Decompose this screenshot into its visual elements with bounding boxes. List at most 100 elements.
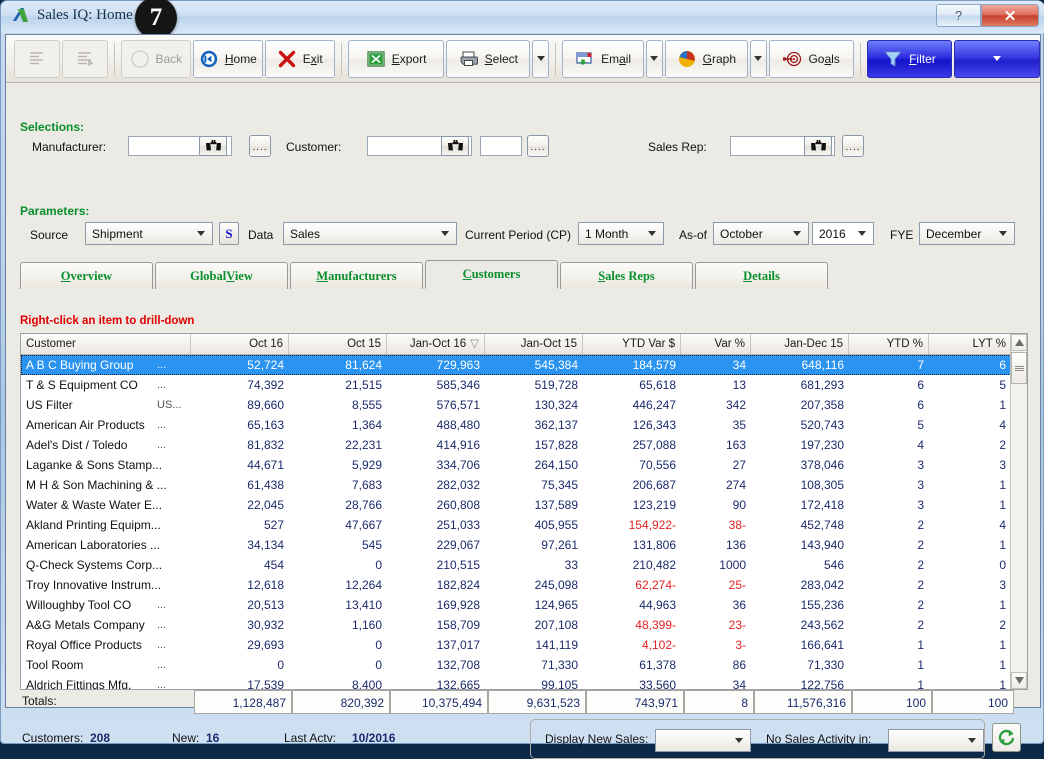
graph-button[interactable]: Graph: [664, 39, 748, 78]
home-button[interactable]: Home: [192, 39, 263, 78]
table-row[interactable]: Akland Printing Equipm... 527 47,667 251,03…: [21, 515, 1011, 535]
application-window: Sales IQ: Home 7 ? ✕ Back Home Exit Expo…: [0, 0, 1044, 759]
align-right-button[interactable]: [61, 39, 108, 78]
total-oct-15: 820,392: [292, 690, 390, 714]
cell-ytd-var-: 62,274-: [635, 578, 676, 592]
select-button-label: Select: [484, 51, 519, 66]
table-row[interactable]: Willoughby Tool CO... 20,513 13,410 169,928…: [21, 595, 1011, 615]
column-header-ytd-[interactable]: YTD %: [849, 334, 929, 354]
table-row[interactable]: A&G Metals Company... 30,932 1,160 158,709 2…: [21, 615, 1011, 635]
column-header-oct-16[interactable]: Oct 16: [191, 334, 289, 354]
cell-ytd-: 2: [917, 518, 924, 532]
no-sales-activity-select[interactable]: [888, 729, 984, 752]
tab-customers[interactable]: Customers: [425, 260, 558, 289]
table-row[interactable]: Royal Office Products... 29,693 0 137,017 14…: [21, 635, 1011, 655]
refresh-button[interactable]: [992, 723, 1021, 752]
customer-lookup-button[interactable]: [441, 136, 469, 156]
cell-truncation-indicator: ...: [157, 599, 167, 611]
filter-dropdown-button[interactable]: [954, 39, 1041, 78]
salesrep-lookup-button[interactable]: [804, 136, 832, 156]
table-row[interactable]: US Filter US... 89,660 8,555 576,571 130,324 4…: [21, 395, 1011, 415]
column-header-ytd-var-[interactable]: YTD Var $: [583, 334, 681, 354]
table-row[interactable]: Adel's Dist / Toledo... 81,832 22,231 414,9…: [21, 435, 1011, 455]
tab-sales-reps[interactable]: Sales Reps: [560, 262, 693, 289]
select-button[interactable]: Select: [446, 39, 531, 78]
table-row[interactable]: M H & Son Machining & ... 61,438 7,683 282,…: [21, 475, 1011, 495]
email-dropdown-button[interactable]: [646, 39, 663, 78]
column-header-jan-dec-15[interactable]: Jan-Dec 15: [751, 334, 849, 354]
column-header-oct-15[interactable]: Oct 15: [289, 334, 387, 354]
cell-jan-oct-15: 245,098: [534, 578, 578, 592]
table-row[interactable]: Troy Innovative Instrum... 12,618 12,264 18…: [21, 575, 1011, 595]
scroll-down-button[interactable]: [1011, 672, 1027, 689]
customer-more-button[interactable]: ....: [527, 135, 549, 157]
cell-customer: Aldrich Fittings Mfg.: [26, 678, 132, 689]
table-row[interactable]: Q-Check Systems Corp... 454 0 210,515 33 210,…: [21, 555, 1011, 575]
customer-code-input[interactable]: [480, 136, 522, 156]
column-header-customer[interactable]: Customer: [21, 334, 191, 354]
cell-jan-oct-16: 210,515: [436, 558, 480, 572]
close-button[interactable]: ✕: [981, 4, 1039, 27]
column-header-jan-oct-15[interactable]: Jan-Oct 15: [485, 334, 583, 354]
goals-button[interactable]: Goals: [768, 39, 854, 78]
help-button[interactable]: ?: [936, 4, 981, 27]
cell-oct-16: 454: [263, 558, 284, 572]
cell-jan-dec-15: 197,230: [800, 438, 844, 452]
tab-label: Overview: [60, 268, 113, 283]
column-header-lyt-[interactable]: LYT %: [929, 334, 1011, 354]
asof-month-select[interactable]: October: [713, 222, 809, 245]
cell-jan-oct-16: 251,033: [436, 518, 480, 532]
data-select[interactable]: Sales: [283, 222, 457, 245]
table-row[interactable]: American Air Products... 65,163 1,364 488,4…: [21, 415, 1011, 435]
window-controls: ? ✕: [936, 4, 1039, 27]
tab-details[interactable]: Details: [695, 262, 828, 289]
table-row[interactable]: American Laboratories ... 34,134 545 229,06…: [21, 535, 1011, 555]
cell-ytd-var-: 123,219: [632, 498, 676, 512]
tab-manufacturers[interactable]: Manufacturers: [290, 262, 423, 289]
scroll-up-button[interactable]: [1011, 334, 1027, 351]
table-row[interactable]: Aldrich Fittings Mfg.... 17,539 8,400 132,6…: [21, 675, 1011, 689]
tab-bar: Overview GlobalView Manufacturers Customers…: [20, 260, 1028, 289]
chevron-down-icon: [854, 226, 869, 241]
cell-oct-15: 28,766: [345, 498, 382, 512]
totals-row: Totals: 1,128,487 820,392 10,375,494 9,631,…: [20, 690, 1028, 715]
cell-ytd-: 2: [917, 598, 924, 612]
column-header-var-[interactable]: Var %: [681, 334, 751, 354]
tab-overview[interactable]: Overview: [20, 262, 153, 289]
tab-label: Sales Reps: [598, 268, 655, 283]
manufacturer-lookup-button[interactable]: [199, 136, 227, 156]
cell-customer: American Air Products: [26, 418, 145, 432]
email-button[interactable]: Email: [562, 39, 644, 78]
align-left-button[interactable]: [14, 39, 60, 78]
cell-lyt-: 1: [999, 398, 1006, 412]
current-period-select[interactable]: 1 Month: [578, 222, 664, 245]
source-select[interactable]: Shipment: [85, 222, 213, 245]
asof-year-select[interactable]: 2016: [812, 222, 874, 245]
back-button[interactable]: Back: [120, 39, 191, 78]
filter-button[interactable]: Filter: [866, 39, 953, 78]
cell-oct-16: 89,660: [247, 398, 284, 412]
cell-jan-oct-16: 132,708: [436, 658, 480, 672]
display-new-sales-select[interactable]: [655, 729, 751, 752]
chevron-down-icon: [789, 226, 804, 241]
table-row[interactable]: Tool Room... 0 0 132,708 71,330 61,378 86 71,33…: [21, 655, 1011, 675]
table-row[interactable]: A B C Buying Group... 52,724 81,624 729,963…: [21, 355, 1011, 375]
column-header-label: Jan-Oct 15: [520, 338, 577, 350]
salesrep-more-button[interactable]: ....: [842, 135, 864, 157]
cell-oct-15: 12,264: [345, 578, 382, 592]
export-button[interactable]: Export: [347, 39, 445, 78]
table-row[interactable]: Water & Waste Water E... 22,045 28,766 260,…: [21, 495, 1011, 515]
vertical-scrollbar[interactable]: [1010, 334, 1027, 689]
table-row[interactable]: T & S Equipment CO... 74,392 21,515 585,346…: [21, 375, 1011, 395]
manufacturer-more-button[interactable]: ....: [249, 135, 271, 157]
fye-select[interactable]: December: [919, 222, 1015, 245]
s-button[interactable]: S: [219, 222, 239, 245]
graph-dropdown-button[interactable]: [749, 39, 767, 78]
tab-globalview[interactable]: GlobalView: [155, 262, 288, 289]
exit-button[interactable]: Exit: [264, 39, 335, 78]
select-dropdown-button[interactable]: [532, 39, 550, 78]
table-row[interactable]: Laganke & Sons Stamp... 44,671 5,929 334,70…: [21, 455, 1011, 475]
cell-customer: A&G Metals Company: [26, 618, 145, 632]
scrollbar-thumb[interactable]: [1011, 352, 1027, 384]
column-header-jan-oct-16[interactable]: Jan-Oct 16 ▽: [387, 334, 485, 354]
